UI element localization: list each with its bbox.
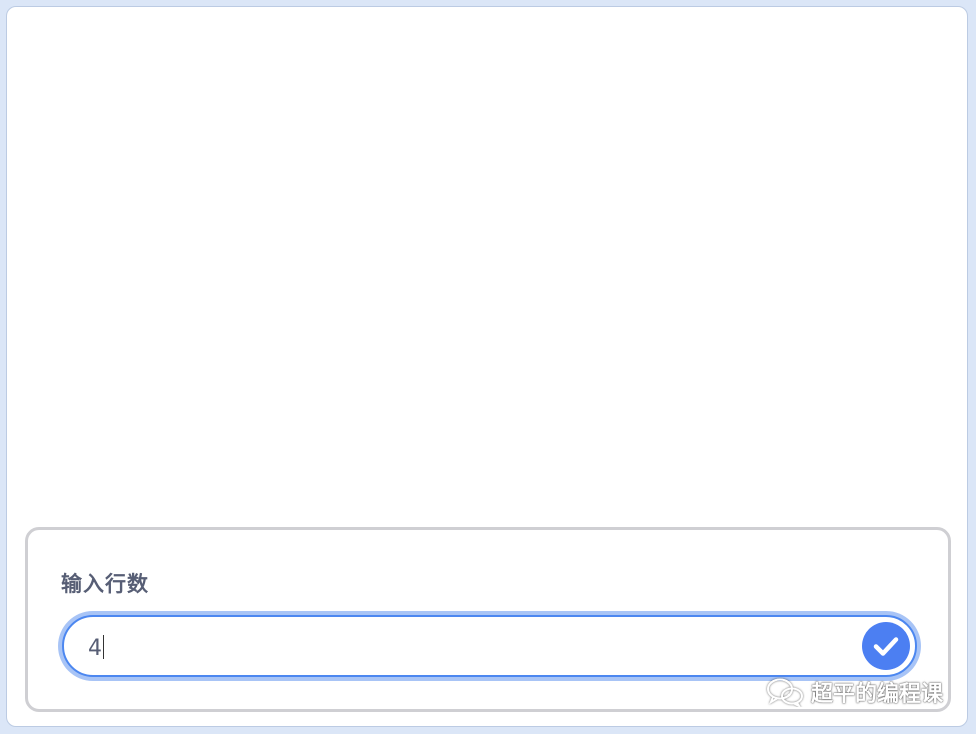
stage[interactable]: 输入行数 4 超平的编程课	[6, 6, 968, 727]
ask-question-label: 输入行数	[61, 572, 149, 596]
wechat-icon	[766, 678, 803, 707]
watermark: 超平的编程课	[765, 676, 943, 708]
answer-input-field[interactable]: 4	[58, 611, 921, 681]
answer-input-value[interactable]: 4	[88, 635, 104, 662]
watermark-text: 超平的编程课	[810, 682, 943, 707]
submit-answer-button[interactable]	[862, 622, 910, 670]
text-caret	[103, 635, 104, 659]
answer-input-box[interactable]: 4	[62, 615, 917, 677]
checkmark-icon	[873, 637, 899, 656]
answer-text: 4	[88, 636, 102, 661]
